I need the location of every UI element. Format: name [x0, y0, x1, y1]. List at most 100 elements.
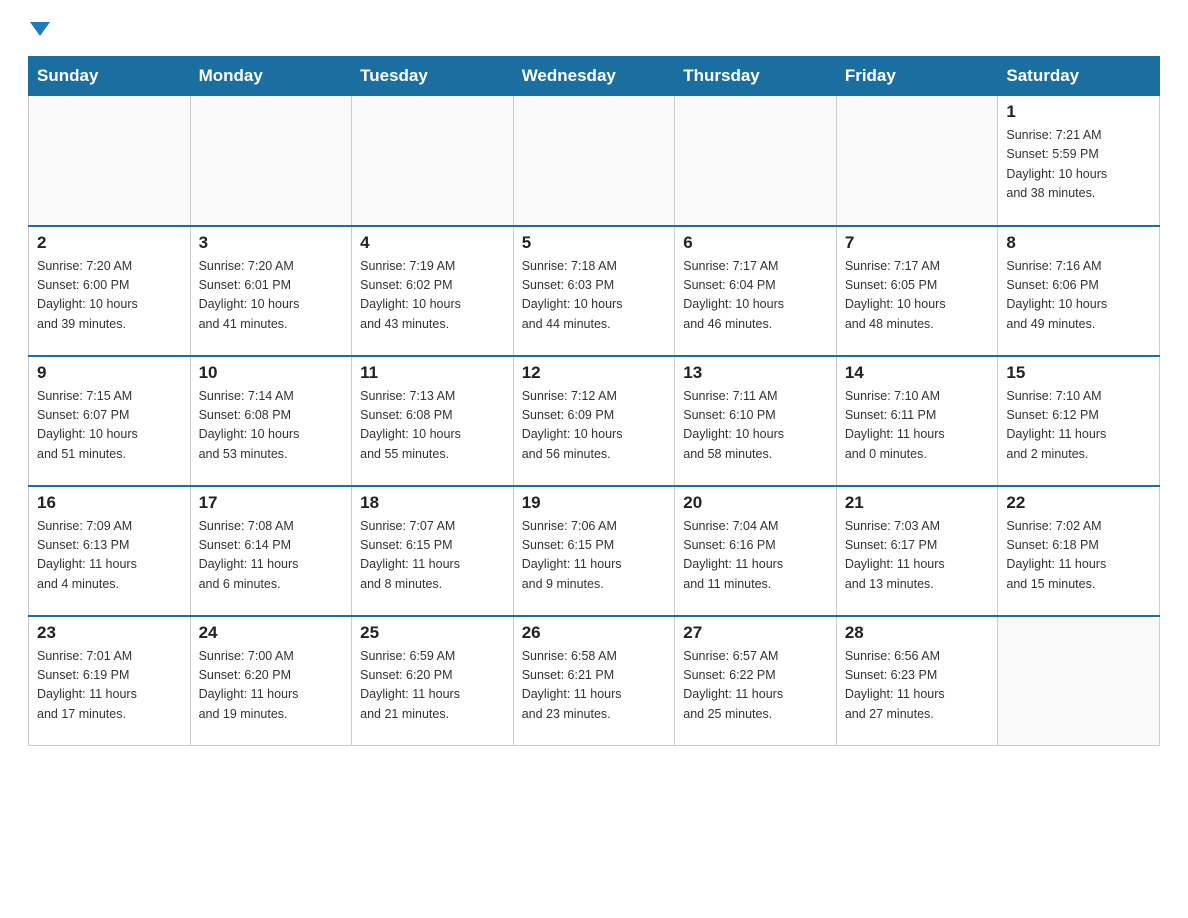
day-info: Sunrise: 7:14 AM Sunset: 6:08 PM Dayligh…: [199, 387, 344, 465]
weekday-header-thursday: Thursday: [675, 57, 837, 96]
calendar-week-row: 1 Sunrise: 7:21 AM Sunset: 5:59 PM Daylig…: [29, 96, 1160, 226]
calendar-week-row: 16 Sunrise: 7:09 AM Sunset: 6:13 PM Dayli…: [29, 486, 1160, 616]
day-number: 1: [1006, 102, 1151, 122]
calendar-cell: [513, 96, 675, 226]
day-info: Sunrise: 7:08 AM Sunset: 6:14 PM Dayligh…: [199, 517, 344, 595]
day-info: Sunrise: 7:01 AM Sunset: 6:19 PM Dayligh…: [37, 647, 182, 725]
day-info: Sunrise: 7:17 AM Sunset: 6:04 PM Dayligh…: [683, 257, 828, 335]
day-number: 28: [845, 623, 990, 643]
day-number: 21: [845, 493, 990, 513]
calendar-cell: 23 Sunrise: 7:01 AM Sunset: 6:19 PM Dayli…: [29, 616, 191, 746]
calendar-cell: 7 Sunrise: 7:17 AM Sunset: 6:05 PM Daylig…: [836, 226, 998, 356]
day-number: 22: [1006, 493, 1151, 513]
day-info: Sunrise: 7:06 AM Sunset: 6:15 PM Dayligh…: [522, 517, 667, 595]
day-info: Sunrise: 7:02 AM Sunset: 6:18 PM Dayligh…: [1006, 517, 1151, 595]
weekday-header-saturday: Saturday: [998, 57, 1160, 96]
day-number: 10: [199, 363, 344, 383]
day-info: Sunrise: 7:15 AM Sunset: 6:07 PM Dayligh…: [37, 387, 182, 465]
calendar-cell: 6 Sunrise: 7:17 AM Sunset: 6:04 PM Daylig…: [675, 226, 837, 356]
calendar-cell: 26 Sunrise: 6:58 AM Sunset: 6:21 PM Dayli…: [513, 616, 675, 746]
day-number: 14: [845, 363, 990, 383]
day-number: 8: [1006, 233, 1151, 253]
weekday-header-wednesday: Wednesday: [513, 57, 675, 96]
calendar-cell: 21 Sunrise: 7:03 AM Sunset: 6:17 PM Dayli…: [836, 486, 998, 616]
day-number: 7: [845, 233, 990, 253]
day-number: 9: [37, 363, 182, 383]
day-info: Sunrise: 7:11 AM Sunset: 6:10 PM Dayligh…: [683, 387, 828, 465]
weekday-header-tuesday: Tuesday: [352, 57, 514, 96]
calendar-cell: 27 Sunrise: 6:57 AM Sunset: 6:22 PM Dayli…: [675, 616, 837, 746]
day-info: Sunrise: 7:20 AM Sunset: 6:00 PM Dayligh…: [37, 257, 182, 335]
day-number: 18: [360, 493, 505, 513]
weekday-header-monday: Monday: [190, 57, 352, 96]
calendar-cell: 3Sunrise: 7:20 AM Sunset: 6:01 PM Daylig…: [190, 226, 352, 356]
calendar-cell: [675, 96, 837, 226]
day-info: Sunrise: 7:12 AM Sunset: 6:09 PM Dayligh…: [522, 387, 667, 465]
day-number: 26: [522, 623, 667, 643]
day-number: 13: [683, 363, 828, 383]
day-info: Sunrise: 7:17 AM Sunset: 6:05 PM Dayligh…: [845, 257, 990, 335]
day-info: Sunrise: 6:59 AM Sunset: 6:20 PM Dayligh…: [360, 647, 505, 725]
day-info: Sunrise: 7:20 AM Sunset: 6:01 PM Dayligh…: [199, 257, 344, 335]
calendar-cell: 22 Sunrise: 7:02 AM Sunset: 6:18 PM Dayli…: [998, 486, 1160, 616]
day-number: 25: [360, 623, 505, 643]
day-number: 5: [522, 233, 667, 253]
calendar-cell: 18 Sunrise: 7:07 AM Sunset: 6:15 PM Dayli…: [352, 486, 514, 616]
day-info: Sunrise: 7:10 AM Sunset: 6:11 PM Dayligh…: [845, 387, 990, 465]
calendar-cell: 4Sunrise: 7:19 AM Sunset: 6:02 PM Daylig…: [352, 226, 514, 356]
day-number: 17: [199, 493, 344, 513]
day-number: 2: [37, 233, 182, 253]
logo-triangle-icon: [30, 22, 50, 36]
calendar-cell: [836, 96, 998, 226]
calendar-week-row: 23 Sunrise: 7:01 AM Sunset: 6:19 PM Dayli…: [29, 616, 1160, 746]
day-number: 27: [683, 623, 828, 643]
weekday-header-row: SundayMondayTuesdayWednesdayThursdayFrid…: [29, 57, 1160, 96]
calendar-cell: 2 Sunrise: 7:20 AM Sunset: 6:00 PM Daylig…: [29, 226, 191, 356]
logo: [28, 24, 50, 38]
day-info: Sunrise: 7:21 AM Sunset: 5:59 PM Dayligh…: [1006, 126, 1151, 204]
day-info: Sunrise: 7:04 AM Sunset: 6:16 PM Dayligh…: [683, 517, 828, 595]
calendar-cell: 19 Sunrise: 7:06 AM Sunset: 6:15 PM Dayli…: [513, 486, 675, 616]
day-number: 12: [522, 363, 667, 383]
calendar-cell: 1 Sunrise: 7:21 AM Sunset: 5:59 PM Daylig…: [998, 96, 1160, 226]
calendar-week-row: 2 Sunrise: 7:20 AM Sunset: 6:00 PM Daylig…: [29, 226, 1160, 356]
day-info: Sunrise: 7:13 AM Sunset: 6:08 PM Dayligh…: [360, 387, 505, 465]
calendar-cell: [352, 96, 514, 226]
calendar-cell: 16 Sunrise: 7:09 AM Sunset: 6:13 PM Dayli…: [29, 486, 191, 616]
day-info: Sunrise: 6:58 AM Sunset: 6:21 PM Dayligh…: [522, 647, 667, 725]
day-info: Sunrise: 7:07 AM Sunset: 6:15 PM Dayligh…: [360, 517, 505, 595]
day-info: Sunrise: 6:56 AM Sunset: 6:23 PM Dayligh…: [845, 647, 990, 725]
calendar-cell: [190, 96, 352, 226]
day-info: Sunrise: 7:19 AM Sunset: 6:02 PM Dayligh…: [360, 257, 505, 335]
day-number: 6: [683, 233, 828, 253]
day-number: 11: [360, 363, 505, 383]
calendar-cell: 13 Sunrise: 7:11 AM Sunset: 6:10 PM Dayli…: [675, 356, 837, 486]
calendar-cell: 17 Sunrise: 7:08 AM Sunset: 6:14 PM Dayli…: [190, 486, 352, 616]
calendar-cell: 10 Sunrise: 7:14 AM Sunset: 6:08 PM Dayli…: [190, 356, 352, 486]
weekday-header-friday: Friday: [836, 57, 998, 96]
calendar-cell: 25 Sunrise: 6:59 AM Sunset: 6:20 PM Dayli…: [352, 616, 514, 746]
calendar-cell: 20 Sunrise: 7:04 AM Sunset: 6:16 PM Dayli…: [675, 486, 837, 616]
day-number: 20: [683, 493, 828, 513]
calendar-cell: [998, 616, 1160, 746]
day-number: 16: [37, 493, 182, 513]
calendar-cell: 9 Sunrise: 7:15 AM Sunset: 6:07 PM Daylig…: [29, 356, 191, 486]
calendar-cell: 8Sunrise: 7:16 AM Sunset: 6:06 PM Daylig…: [998, 226, 1160, 356]
day-info: Sunrise: 7:03 AM Sunset: 6:17 PM Dayligh…: [845, 517, 990, 595]
calendar-cell: 24Sunrise: 7:00 AM Sunset: 6:20 PM Dayli…: [190, 616, 352, 746]
page-header: [28, 24, 1160, 38]
day-number: 23: [37, 623, 182, 643]
calendar-week-row: 9 Sunrise: 7:15 AM Sunset: 6:07 PM Daylig…: [29, 356, 1160, 486]
day-info: Sunrise: 7:00 AM Sunset: 6:20 PM Dayligh…: [199, 647, 344, 725]
calendar-table: SundayMondayTuesdayWednesdayThursdayFrid…: [28, 56, 1160, 746]
calendar-cell: [29, 96, 191, 226]
weekday-header-sunday: Sunday: [29, 57, 191, 96]
day-info: Sunrise: 6:57 AM Sunset: 6:22 PM Dayligh…: [683, 647, 828, 725]
day-info: Sunrise: 7:09 AM Sunset: 6:13 PM Dayligh…: [37, 517, 182, 595]
day-info: Sunrise: 7:18 AM Sunset: 6:03 PM Dayligh…: [522, 257, 667, 335]
day-number: 19: [522, 493, 667, 513]
calendar-cell: 12 Sunrise: 7:12 AM Sunset: 6:09 PM Dayli…: [513, 356, 675, 486]
calendar-cell: 28 Sunrise: 6:56 AM Sunset: 6:23 PM Dayli…: [836, 616, 998, 746]
calendar-cell: 15Sunrise: 7:10 AM Sunset: 6:12 PM Dayli…: [998, 356, 1160, 486]
calendar-cell: 5 Sunrise: 7:18 AM Sunset: 6:03 PM Daylig…: [513, 226, 675, 356]
